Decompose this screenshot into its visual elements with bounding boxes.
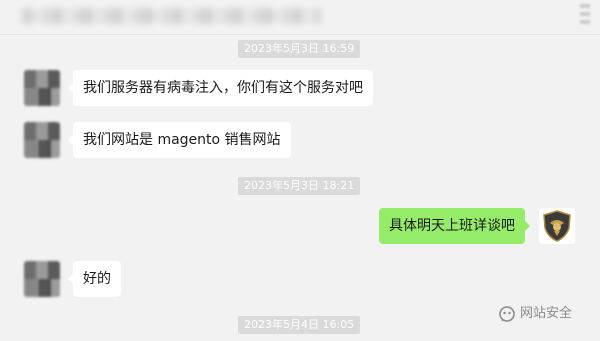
timestamp: 2023年5月3日 16:59 — [238, 40, 361, 58]
more-options-icon[interactable] — [576, 0, 594, 30]
my-avatar[interactable] — [539, 208, 575, 244]
eagle-shield-icon — [539, 208, 575, 244]
contact-avatar[interactable] — [24, 70, 60, 106]
timestamp: 2023年5月3日 18:21 — [238, 177, 361, 195]
wechat-official-account-icon — [499, 305, 515, 322]
message-bubble-outgoing[interactable]: 具体明天上班详谈吧 — [379, 208, 530, 244]
message-bubble-incoming[interactable]: 我们服务器有病毒注入，你们有这个服务对吧 — [68, 70, 373, 106]
timestamp: 2023年5月4日 16:05 — [238, 316, 361, 334]
watermark: 网站安全 — [498, 305, 572, 323]
contact-avatar[interactable] — [24, 261, 60, 297]
message-bubble-incoming[interactable]: 好的 — [68, 261, 121, 297]
chat-title-blurred — [22, 8, 322, 24]
contact-avatar[interactable] — [24, 122, 60, 158]
watermark-text: 网站安全 — [520, 306, 573, 321]
message-bubble-incoming[interactable]: 我们网站是 magento 销售网站 — [68, 122, 291, 158]
chat-header — [0, 0, 600, 35]
